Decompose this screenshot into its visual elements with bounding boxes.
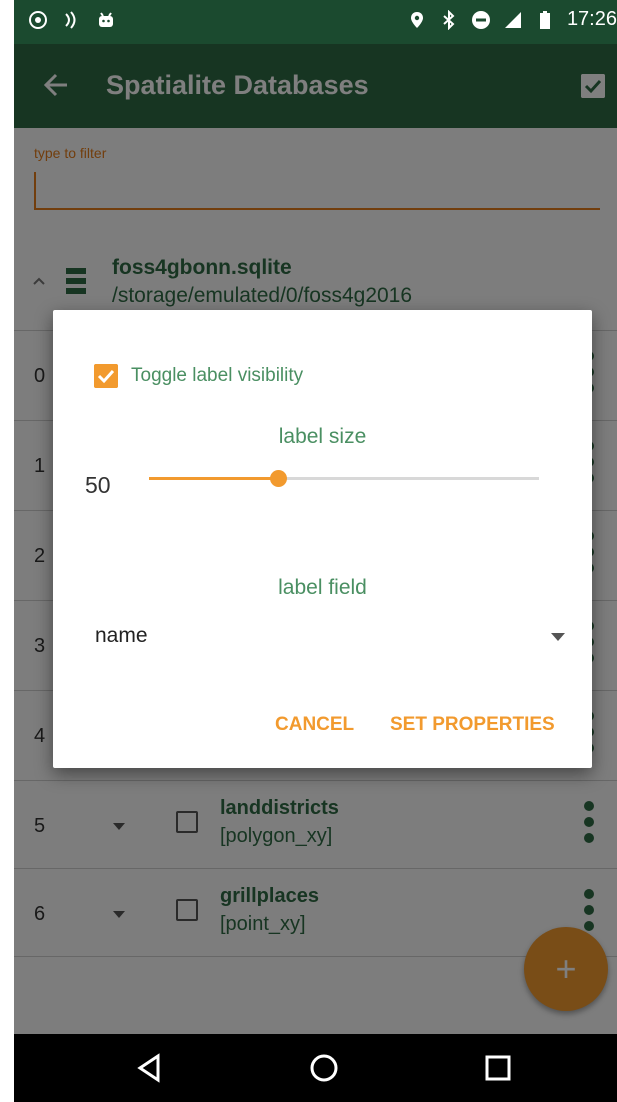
shield-icon — [29, 11, 47, 29]
clock: 17:26 — [566, 8, 617, 30]
signal-icon — [504, 11, 521, 28]
do-not-disturb-icon — [471, 10, 490, 29]
android-icon — [99, 12, 113, 27]
label-field-value: name — [95, 624, 148, 647]
label-properties-dialog: Toggle label visibility label size 50 la… — [53, 310, 592, 768]
bluetooth-icon — [443, 9, 455, 30]
set-properties-button[interactable]: SET PROPERTIES — [390, 714, 555, 736]
label-field-dropdown[interactable]: name — [85, 616, 565, 656]
label-visibility-label[interactable]: Toggle label visibility — [131, 365, 303, 387]
nfc-icon — [65, 11, 76, 29]
slider-thumb[interactable] — [269, 470, 287, 487]
label-size-heading: label size — [278, 425, 367, 448]
screen: 17:26 Spatialite Databases type to filte… — [14, 0, 617, 1102]
label-size-value: 50 — [85, 472, 111, 498]
cancel-button[interactable]: CANCEL — [275, 714, 354, 736]
navigation-bar — [14, 1034, 617, 1102]
slider-fill — [149, 477, 278, 480]
back-nav-icon[interactable] — [134, 1052, 166, 1084]
location-icon — [410, 11, 423, 28]
label-size-slider[interactable] — [149, 470, 539, 487]
label-visibility-checkbox[interactable] — [94, 364, 118, 388]
label-field-heading: label field — [278, 576, 367, 599]
battery-icon — [539, 10, 550, 29]
status-bar: 17:26 — [14, 0, 617, 44]
home-nav-icon[interactable] — [308, 1052, 340, 1084]
dropdown-arrow-icon — [551, 633, 565, 641]
recents-nav-icon[interactable] — [482, 1052, 514, 1084]
